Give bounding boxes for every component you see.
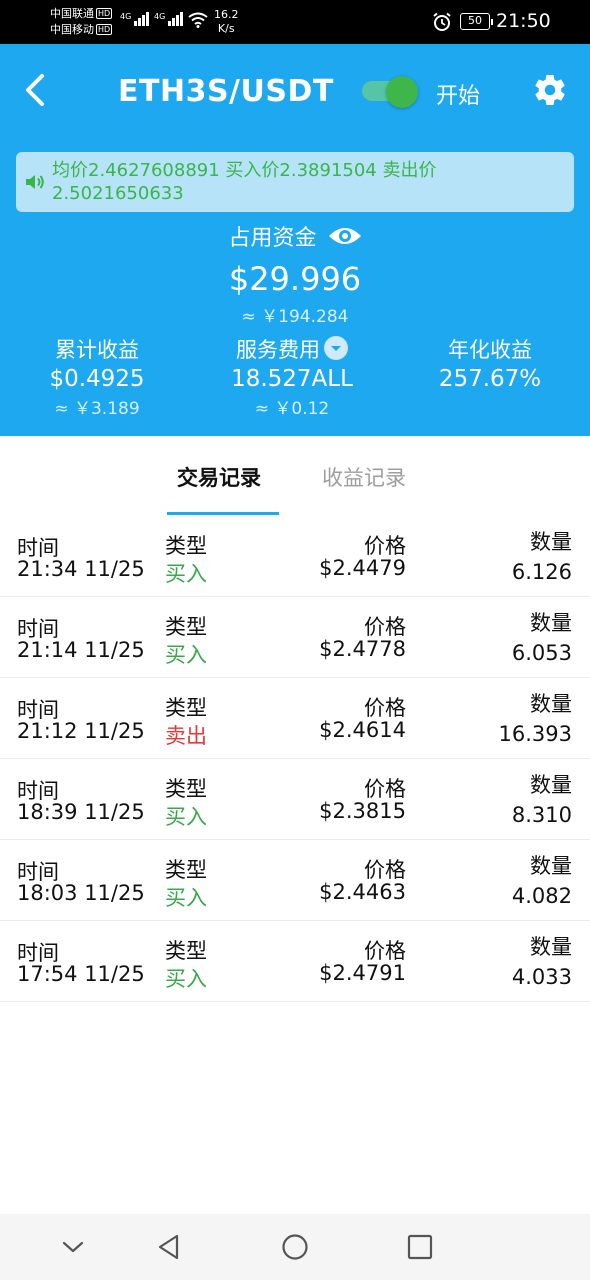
stat-label: 年化收益 [448,338,532,362]
occupied-funds-value: $29.996 [228,260,362,298]
table-row: 时间 21:34 11/25 类型 买入 价格 $2.4479 数量 6.126 [0,516,590,597]
carrier-2: 中国移动 [50,23,94,36]
battery-indicator: 50 [460,13,493,30]
carrier-1: 中国联通 [50,7,94,20]
stat-label: 服务费用 [236,338,320,362]
carrier-info: 中国联通 HD 中国移动 HD [50,6,113,38]
type-label: 类型 [165,939,207,963]
qty-value: 16.393 [498,722,572,746]
time-value: 18:39 11/25 [17,800,145,824]
occupied-funds-cny: ≈ ￥194.284 [241,307,349,327]
stat-label-row: 服务费用 [192,336,392,364]
qty-value: 6.053 [511,641,572,665]
type-value: 买入 [165,643,207,667]
price-value: $2.4791 [319,961,406,985]
type-label: 类型 [165,696,207,720]
qty-label: 数量 [530,692,572,716]
type-label: 类型 [165,777,207,801]
active-tab-indicator [167,512,279,515]
nav-home-icon[interactable] [278,1230,312,1264]
stat-sub: ≈ ￥0.12 [254,399,330,419]
network-speed: 16.2 K/s [214,8,239,36]
type-label: 类型 [165,615,207,639]
stat-cumulative-profit: 累计收益 $0.4925 ≈ ￥3.189 [0,336,197,422]
qty-value: 8.310 [511,803,572,827]
status-time: 21:50 [496,10,551,32]
gear-icon[interactable] [532,72,568,108]
stat-label: 累计收益 [55,338,139,362]
notice-text: 均价2.4627608891 买入价2.3891504 卖出价2.5021650… [52,160,437,204]
hd-badge: HD [96,24,113,35]
time-value: 21:34 11/25 [17,557,145,581]
type-value: 卖出 [165,724,207,748]
qty-label: 数量 [530,935,572,959]
price-value: $2.4463 [319,880,406,904]
start-toggle[interactable] [362,76,418,108]
occupied-funds-label: 占用资金 [228,226,317,251]
time-value: 21:14 11/25 [17,638,145,662]
nav-recent-icon[interactable] [403,1230,437,1264]
type-label: 类型 [165,534,207,558]
table-row: 时间 18:39 11/25 类型 买入 价格 $2.3815 数量 8.310 [0,759,590,840]
tab-profit-records[interactable]: 收益记录 [322,462,406,492]
table-row: 时间 21:12 11/25 类型 卖出 价格 $2.4614 数量 16.393 [0,678,590,759]
price-value: $2.4479 [319,556,406,580]
eye-icon[interactable] [328,224,362,248]
price-value: $2.4778 [319,637,406,661]
alarm-icon [433,12,451,31]
type-label: 类型 [165,858,207,882]
time-value: 21:12 11/25 [17,719,145,743]
signal-icon-2: 4G [154,12,184,26]
qty-label: 数量 [530,611,572,635]
network-type: 4G [154,12,166,21]
signal-icon-1: 4G [120,12,150,26]
stat-service-fee: 服务费用 18.527ALL ≈ ￥0.12 [192,336,392,422]
hd-badge: HD [96,8,113,19]
type-value: 买入 [165,967,207,991]
stat-sub: ≈ ￥3.189 [54,399,140,419]
stat-value: 257.67% [438,366,542,392]
speaker-icon [26,175,44,189]
page-title: ETH3S/USDT [118,74,334,109]
type-value: 买入 [165,562,207,586]
nav-back-icon[interactable] [152,1230,186,1264]
time-value: 17:54 11/25 [17,962,145,986]
start-label: 开始 [436,84,481,109]
tab-trade-records[interactable]: 交易记录 [177,462,261,492]
stat-annualized-return: 年化收益 257.67% [390,336,590,394]
speed-unit: K/s [217,22,235,35]
qty-label: 数量 [530,773,572,797]
time-value: 18:03 11/25 [17,881,145,905]
price-value: $2.4614 [319,718,406,742]
table-row: 时间 21:14 11/25 类型 买入 价格 $2.4778 数量 6.053 [0,597,590,678]
dropdown-icon[interactable] [324,336,348,360]
occupied-funds-label-row: 占用资金 [0,220,590,252]
status-bar: 中国联通 HD 中国移动 HD 4G 4G 16.2 K/s 50 21:50 [0,0,590,44]
table-row: 时间 18:03 11/25 类型 买入 价格 $2.4463 数量 4.082 [0,840,590,921]
notice-banner: 均价2.4627608891 买入价2.3891504 卖出价2.5021650… [16,152,574,212]
wifi-icon [188,12,208,28]
qty-value: 4.033 [511,965,572,989]
qty-value: 4.082 [511,884,572,908]
network-type: 4G [120,12,132,21]
system-nav-bar [0,1214,590,1280]
toggle-knob [386,76,418,108]
type-value: 买入 [165,886,207,910]
nav-collapse-icon[interactable] [56,1230,90,1264]
table-row: 时间 17:54 11/25 类型 买入 价格 $2.4791 数量 4.033 [0,921,590,1002]
qty-value: 6.126 [511,560,572,584]
qty-label: 数量 [530,854,572,878]
strategy-header: ETH3S/USDT 开始 均价2.4627608891 买入价2.389150… [0,44,590,436]
stat-value: $0.4925 [49,366,145,392]
speed-value: 16.2 [214,8,239,21]
type-value: 买入 [165,805,207,829]
stat-value: 18.527ALL [231,366,353,392]
back-icon[interactable] [22,72,50,108]
qty-label: 数量 [530,530,572,554]
trade-record-list: 时间 21:34 11/25 类型 买入 价格 $2.4479 数量 6.126 时间 21:14… [0,516,590,1002]
price-value: $2.3815 [319,799,406,823]
